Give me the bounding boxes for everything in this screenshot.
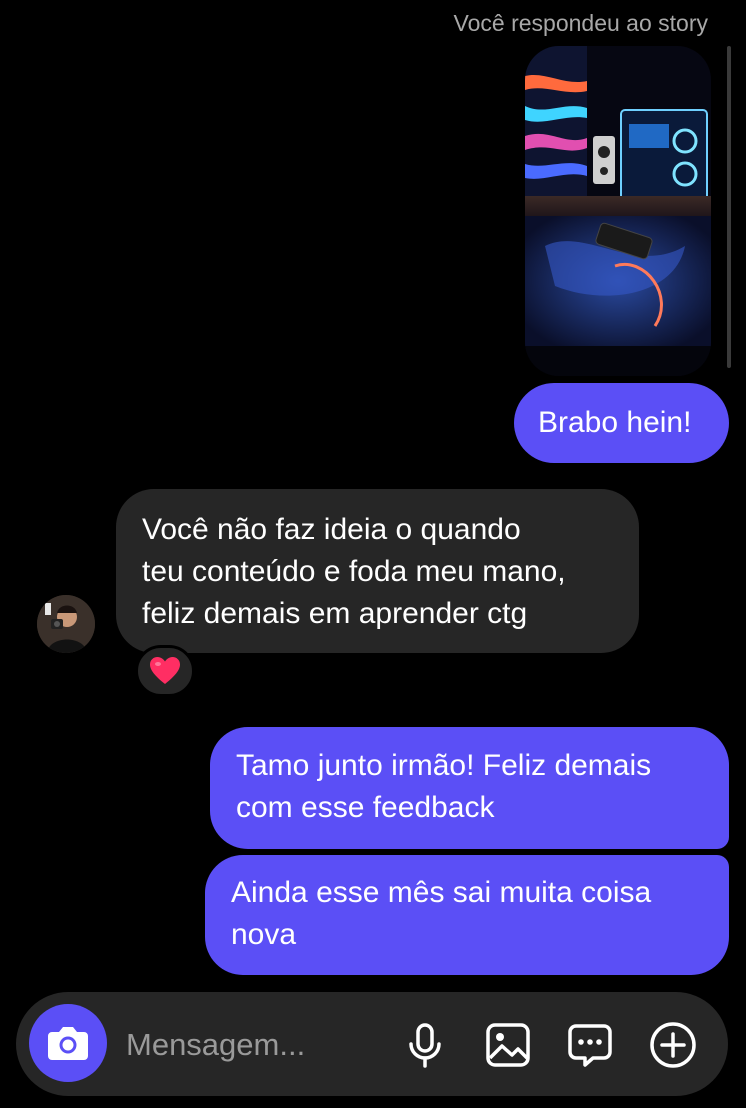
sticker-button[interactable] [566, 1021, 614, 1069]
image-gallery-icon [486, 1023, 530, 1067]
plus-circle-icon [650, 1022, 696, 1068]
message-composer [16, 992, 728, 1096]
story-image [525, 46, 711, 376]
story-reply-caption: Você respondeu ao story [453, 10, 708, 36]
more-options-button[interactable] [649, 1021, 697, 1069]
avatar-image [37, 595, 95, 653]
sticker-chat-icon [568, 1024, 612, 1067]
outgoing-message[interactable]: Tamo junto irmão! Feliz demais com esse … [210, 727, 729, 849]
sender-avatar[interactable] [37, 595, 95, 653]
gallery-button[interactable] [484, 1021, 532, 1069]
story-progress-bar [727, 46, 731, 368]
camera-button[interactable] [29, 1004, 107, 1082]
microphone-icon [409, 1023, 441, 1068]
outgoing-message[interactable]: Ainda esse mês sai muita coisa nova [205, 855, 729, 975]
incoming-message[interactable]: Você não faz ideia o quando teu conteúdo… [116, 489, 639, 653]
heart-icon [150, 657, 180, 684]
message-reaction[interactable] [135, 645, 195, 697]
message-input[interactable] [124, 1022, 378, 1068]
outgoing-message[interactable]: Brabo hein! [514, 383, 729, 463]
story-thumbnail[interactable] [525, 46, 711, 376]
camera-icon [48, 1027, 88, 1060]
voice-message-button[interactable] [401, 1021, 449, 1069]
